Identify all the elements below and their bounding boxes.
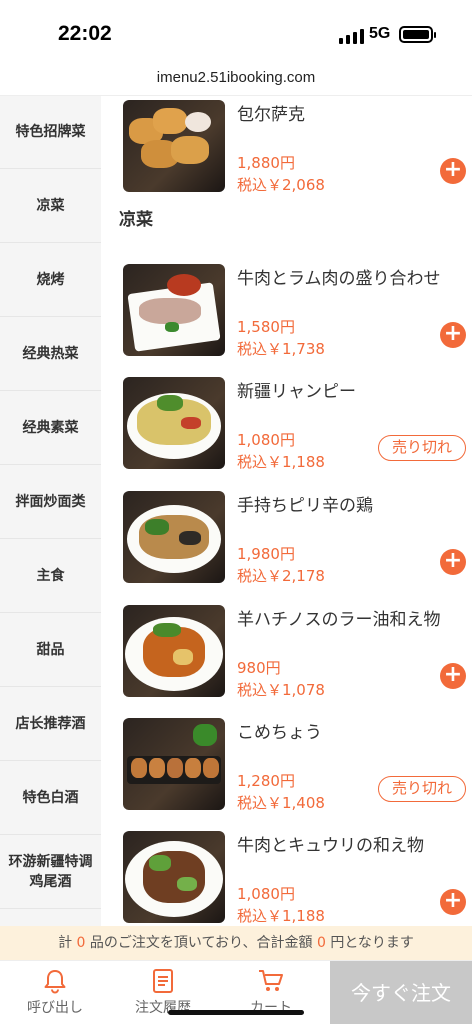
add-to-cart-button[interactable]: + xyxy=(440,158,466,184)
section-title: 凉菜 xyxy=(119,210,153,230)
dish-name: 羊ハチノスのラー油和え物 xyxy=(237,610,441,630)
sidebar-item-noodles[interactable]: 拌面炒面类 xyxy=(0,465,101,539)
dish-name: 牛肉とラム肉の盛り合わせ xyxy=(237,269,441,289)
cart-icon xyxy=(259,970,283,991)
dish-name: こめちょう xyxy=(237,723,322,743)
sidebar-item-label: 特色招牌菜 xyxy=(15,124,86,140)
home-indicator xyxy=(168,1010,304,1015)
sold-out-badge: 売り切れ xyxy=(378,776,466,802)
dish-tax-price: 税込￥1,188 xyxy=(237,453,325,471)
dish-name: 牛肉とキュウリの和え物 xyxy=(237,836,424,856)
dish-price: 1,080円 xyxy=(237,885,295,903)
order-total-amount: 0 xyxy=(316,935,326,951)
call-staff-tab[interactable]: 呼び出し xyxy=(0,967,110,1017)
sidebar-item-vegetable-dishes[interactable]: 经典素菜 xyxy=(0,391,101,465)
sidebar-item-label: 环游新疆特调鸡尾酒 xyxy=(8,853,93,890)
menu-item[interactable]: こめちょう 1,280円 税込￥1,408 売り切れ xyxy=(123,718,472,814)
sidebar-item-label: 经典素菜 xyxy=(22,419,79,436)
status-time: 22:02 xyxy=(58,22,112,45)
dish-tax-price: 税込￥1,188 xyxy=(237,907,325,925)
url-text: imenu2.51ibooking.com xyxy=(156,69,316,86)
dish-photo xyxy=(123,605,225,697)
signal-icon xyxy=(339,28,365,44)
menu-item[interactable]: 牛肉とキュウリの和え物 1,080円 税込￥1,188 + xyxy=(123,831,472,926)
notice-prefix: 計 xyxy=(58,935,73,951)
sidebar-item-label: 凉菜 xyxy=(36,197,65,214)
sidebar-item-recommended-wine[interactable]: 店长推荐酒 xyxy=(0,687,101,761)
bell-icon xyxy=(44,970,66,994)
dish-name: 包尔萨克 xyxy=(237,105,305,125)
dish-photo xyxy=(123,377,225,469)
dish-photo xyxy=(123,491,225,583)
menu-item[interactable]: 新疆リャンピー 1,080円 税込￥1,188 売り切れ xyxy=(123,377,472,473)
sidebar-item-label: 烧烤 xyxy=(36,271,65,288)
dish-price: 980円 xyxy=(237,659,281,677)
dish-price: 1,280円 xyxy=(237,772,295,790)
add-to-cart-button[interactable]: + xyxy=(440,322,466,348)
sidebar-item-label: 经典热菜 xyxy=(22,345,79,362)
call-staff-label: 呼び出し xyxy=(27,1000,83,1016)
add-to-cart-button[interactable]: + xyxy=(440,889,466,915)
dish-name: 手持ちピリ辛の鶏 xyxy=(237,496,373,516)
order-summary-notice: 計 0 品のご注文を頂いており、合計金額 0 円となります xyxy=(0,926,472,960)
dish-photo xyxy=(123,264,225,356)
battery-icon xyxy=(399,26,436,43)
menu-item[interactable]: 羊ハチノスのラー油和え物 980円 税込￥1,078 + xyxy=(123,605,472,701)
sidebar-item-label: 主食 xyxy=(36,567,65,584)
menu-item[interactable]: 牛肉とラム肉の盛り合わせ 1,580円 税込￥1,738 + xyxy=(123,264,472,360)
notice-middle: 品のご注文を頂いており、合計金額 xyxy=(89,935,313,951)
add-to-cart-button[interactable]: + xyxy=(440,663,466,689)
sidebar-item-label: 特色白酒 xyxy=(22,789,79,806)
sidebar-item-hot-dishes[interactable]: 经典热菜 xyxy=(0,317,101,391)
url-bar[interactable]: imenu2.51ibooking.com xyxy=(0,64,472,96)
order-now-button[interactable]: 今すぐ注文 xyxy=(330,961,472,1024)
dish-price: 1,080円 xyxy=(237,431,295,449)
sidebar-item-staple[interactable]: 主食 xyxy=(0,539,101,613)
dish-tax-price: 税込￥1,078 xyxy=(237,681,325,699)
list-icon xyxy=(153,969,173,993)
sidebar-item-specialty[interactable]: 特色招牌菜 xyxy=(0,96,101,169)
sidebar-item-label: 店长推荐酒 xyxy=(15,715,86,732)
add-to-cart-button[interactable]: + xyxy=(440,549,466,575)
category-sidebar: 特色招牌菜 凉菜 烧烤 经典热菜 经典素菜 拌面炒面类 主食 甜品 店长推荐酒 … xyxy=(0,96,101,926)
dish-price: 1,980円 xyxy=(237,545,295,563)
sidebar-item-dessert[interactable]: 甜品 xyxy=(0,613,101,687)
dish-tax-price: 税込￥1,738 xyxy=(237,340,325,358)
menu-list: 包尔萨克 1,880円 税込￥2,068 + 凉菜 牛肉とラム肉の盛り合わせ 1… xyxy=(101,96,472,926)
dish-tax-price: 税込￥2,178 xyxy=(237,567,325,585)
menu-item[interactable]: 手持ちピリ辛の鶏 1,980円 税込￥2,178 + xyxy=(123,491,472,587)
sidebar-item-bbq[interactable]: 烧烤 xyxy=(0,243,101,317)
dish-tax-price: 税込￥2,068 xyxy=(237,176,325,194)
dish-photo xyxy=(123,100,225,192)
notice-suffix: 円となります xyxy=(330,935,414,951)
dish-photo xyxy=(123,831,225,923)
sidebar-item-label: 拌面炒面类 xyxy=(15,493,86,510)
sidebar-item-baijiu[interactable]: 特色白酒 xyxy=(0,761,101,835)
order-item-count: 0 xyxy=(76,935,86,951)
sidebar-item-label: 甜品 xyxy=(36,641,65,658)
sold-out-badge: 売り切れ xyxy=(378,435,466,461)
dish-price: 1,580円 xyxy=(237,318,295,336)
dish-name: 新疆リャンピー xyxy=(237,382,356,402)
network-type: 5G xyxy=(369,25,391,42)
sidebar-item-cold-dishes[interactable]: 凉菜 xyxy=(0,169,101,243)
dish-tax-price: 税込￥1,408 xyxy=(237,794,325,812)
dish-photo xyxy=(123,718,225,810)
sidebar-item-cocktails[interactable]: 环游新疆特调鸡尾酒 xyxy=(0,835,101,909)
status-bar: 22:02 5G xyxy=(0,0,472,64)
menu-item[interactable]: 包尔萨克 1,880円 税込￥2,068 + xyxy=(123,100,472,196)
dish-price: 1,880円 xyxy=(237,154,295,172)
